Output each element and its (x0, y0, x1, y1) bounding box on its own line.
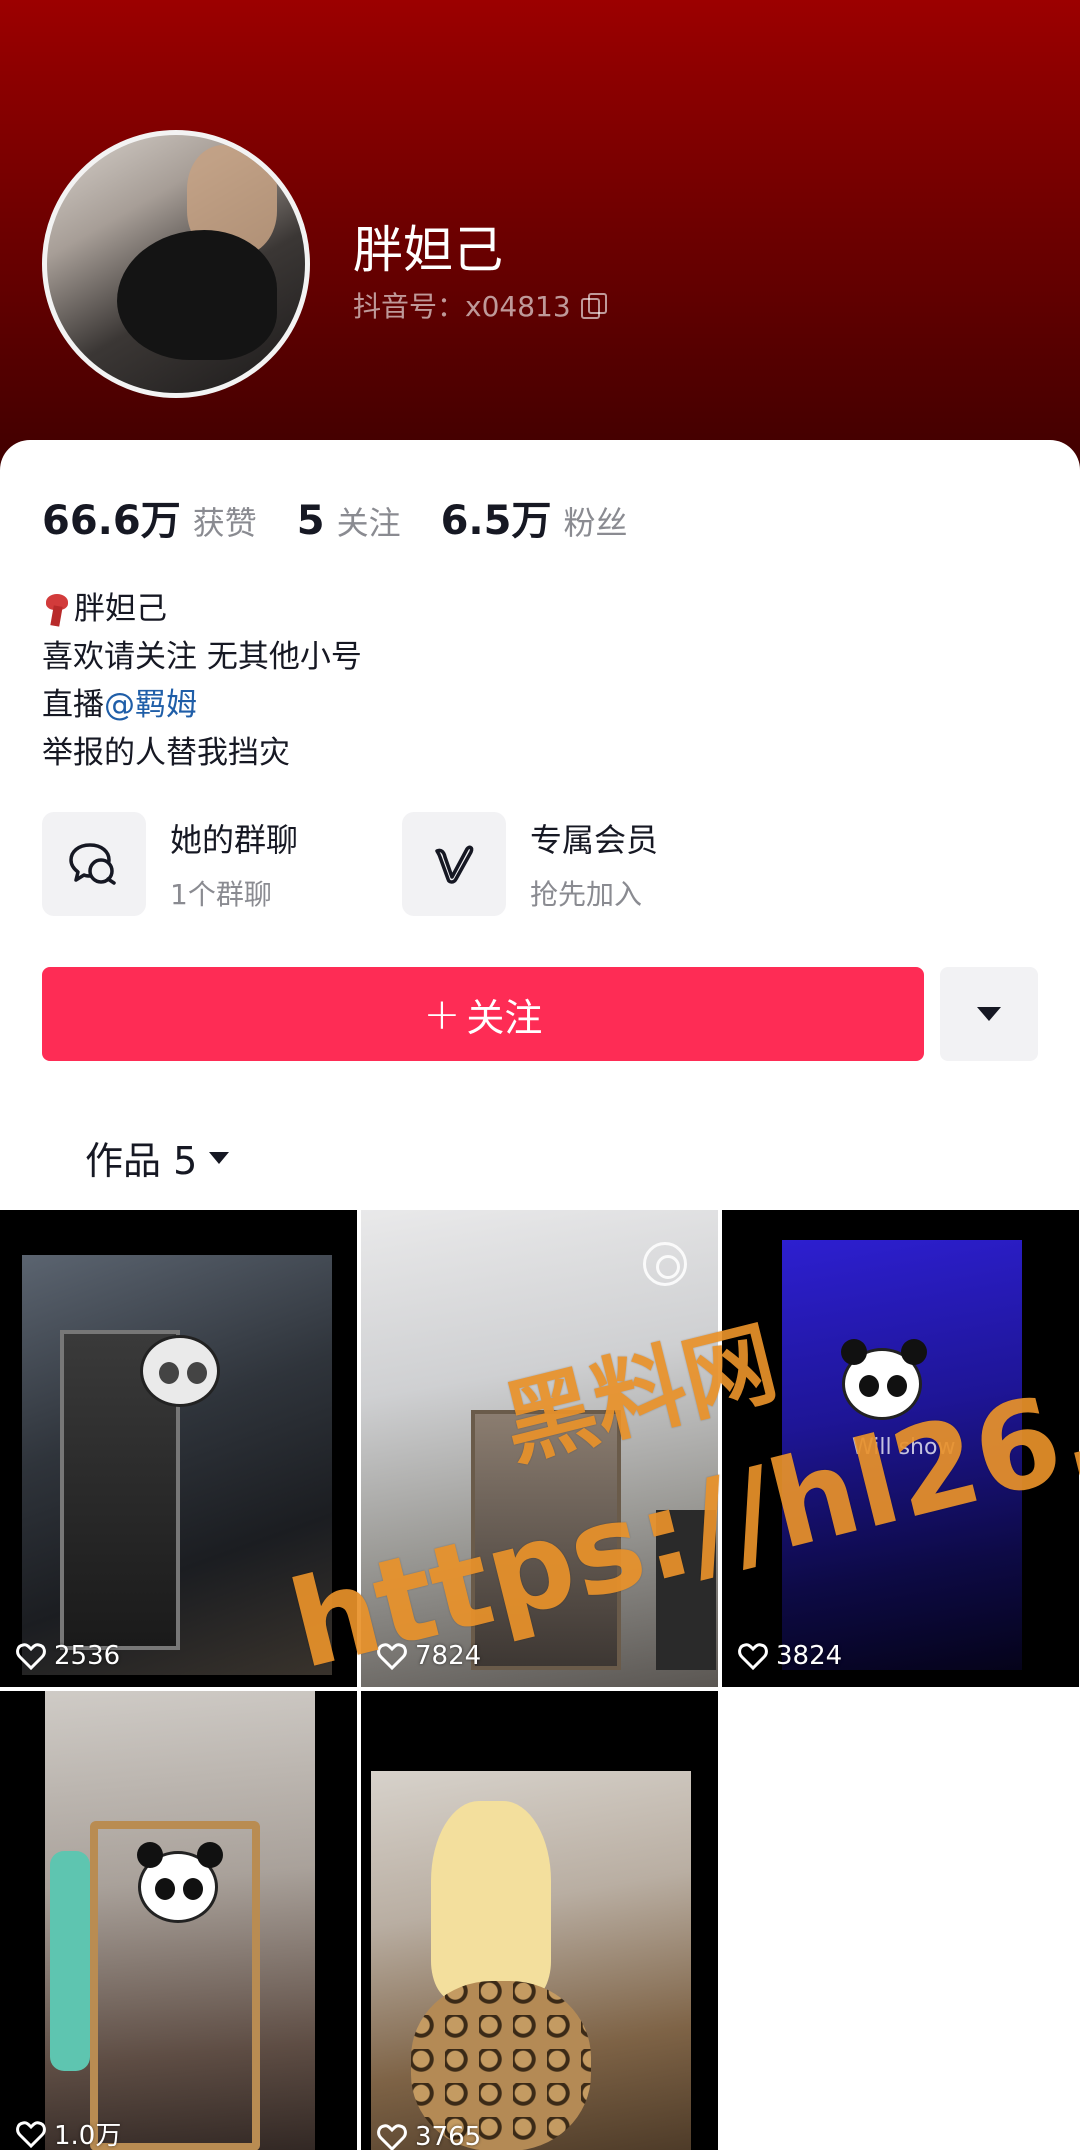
caret-down-icon (977, 1007, 1001, 1021)
decor-shape (50, 1851, 90, 2071)
heart-icon (738, 1643, 768, 1670)
group-chat-title: 她的群聊 (170, 821, 299, 859)
bio-name: 胖妲己 (74, 591, 167, 627)
bio-line-4: 举报的人替我挡灾 (42, 735, 290, 771)
profile-nickname: 胖妲己 (353, 221, 503, 279)
likes-count-value: 1.0万 (54, 2121, 122, 2150)
video-thumbnail[interactable]: 3765 (361, 1691, 718, 2150)
group-chat-subtitle: 1个群聊 (170, 878, 272, 911)
stat-following[interactable]: 5 关注 (297, 498, 401, 544)
profile-bio: 胖妲己 喜欢请关注 无其他小号 直播 @羁姆 举报的人替我挡灾 (42, 585, 362, 777)
stat-following-label: 关注 (336, 504, 401, 542)
bio-mention-link[interactable]: @羁姆 (104, 681, 197, 729)
stat-likes-number: 66.6万 (42, 498, 181, 544)
hair-shape (431, 1801, 551, 2001)
membership-v-icon (402, 812, 506, 916)
likes-count: 3765 (377, 2122, 481, 2150)
heart-icon (16, 2120, 46, 2148)
likes-count: 3824 (738, 1641, 842, 1671)
membership-title: 专属会员 (530, 821, 659, 859)
stat-followers-number: 6.5万 (440, 498, 552, 544)
tab-works[interactable]: 作品 5 (85, 1130, 230, 1185)
membership-subtitle: 抢先加入 (530, 878, 643, 911)
follow-button-label: 关注 (466, 995, 543, 1040)
group-chat-entry[interactable]: 她的群聊 1个群聊 (42, 812, 342, 916)
heart-icon (16, 1643, 46, 1670)
bio-live-prefix: 直播 (42, 687, 104, 723)
likes-count: 2536 (16, 1641, 120, 1671)
copy-icon[interactable] (580, 293, 607, 319)
likes-count-value: 3824 (776, 1641, 843, 1671)
scarf-emoji-icon (42, 592, 70, 626)
plus-icon: + (423, 988, 461, 1040)
live-icon (643, 1242, 687, 1286)
stat-following-number: 5 (296, 498, 325, 544)
profile-stats: 66.6万 获赞 5 关注 6.5万 粉丝 (42, 488, 627, 546)
likes-count-value: 2536 (54, 1641, 121, 1671)
video-thumbnail[interactable]: 1.0万 (0, 1691, 357, 2150)
likes-count-value: 3765 (415, 2122, 482, 2150)
more-options-button[interactable] (940, 967, 1038, 1061)
group-chat-text: 她的群聊 1个群聊 (170, 815, 298, 913)
tab-works-label: 作品 5 (85, 1139, 198, 1183)
stat-followers-label: 粉丝 (563, 504, 628, 542)
avatar[interactable] (42, 130, 310, 398)
membership-entry[interactable]: 专属会员 抢先加入 (402, 812, 702, 916)
panda-mask-icon (137, 1842, 223, 1923)
stat-likes[interactable]: 66.6万 获赞 (42, 488, 257, 546)
douyin-id-text: 抖音号：x04813 (353, 290, 571, 323)
stat-likes-label: 获赞 (192, 504, 257, 542)
bio-line-1: 胖妲己 (42, 585, 362, 633)
follow-button[interactable]: + 关注 (42, 967, 924, 1061)
caret-down-icon (209, 1151, 230, 1164)
bio-line-2: 喜欢请关注 无其他小号 (42, 639, 362, 675)
bio-line-3: 直播 @羁姆 (42, 681, 362, 729)
group-chat-icon (42, 812, 146, 916)
avatar-photo-subject (117, 230, 277, 360)
douyin-id-row[interactable]: 抖音号：x04813 (353, 285, 607, 325)
likes-count: 1.0万 (16, 2115, 121, 2150)
profile-features: 她的群聊 1个群聊 专属会员 抢先加入 (42, 812, 702, 916)
heart-icon (377, 2124, 407, 2150)
membership-text: 专属会员 抢先加入 (530, 815, 658, 913)
stat-followers[interactable]: 6.5万 粉丝 (441, 488, 628, 546)
cat-mask-icon (140, 1335, 220, 1407)
